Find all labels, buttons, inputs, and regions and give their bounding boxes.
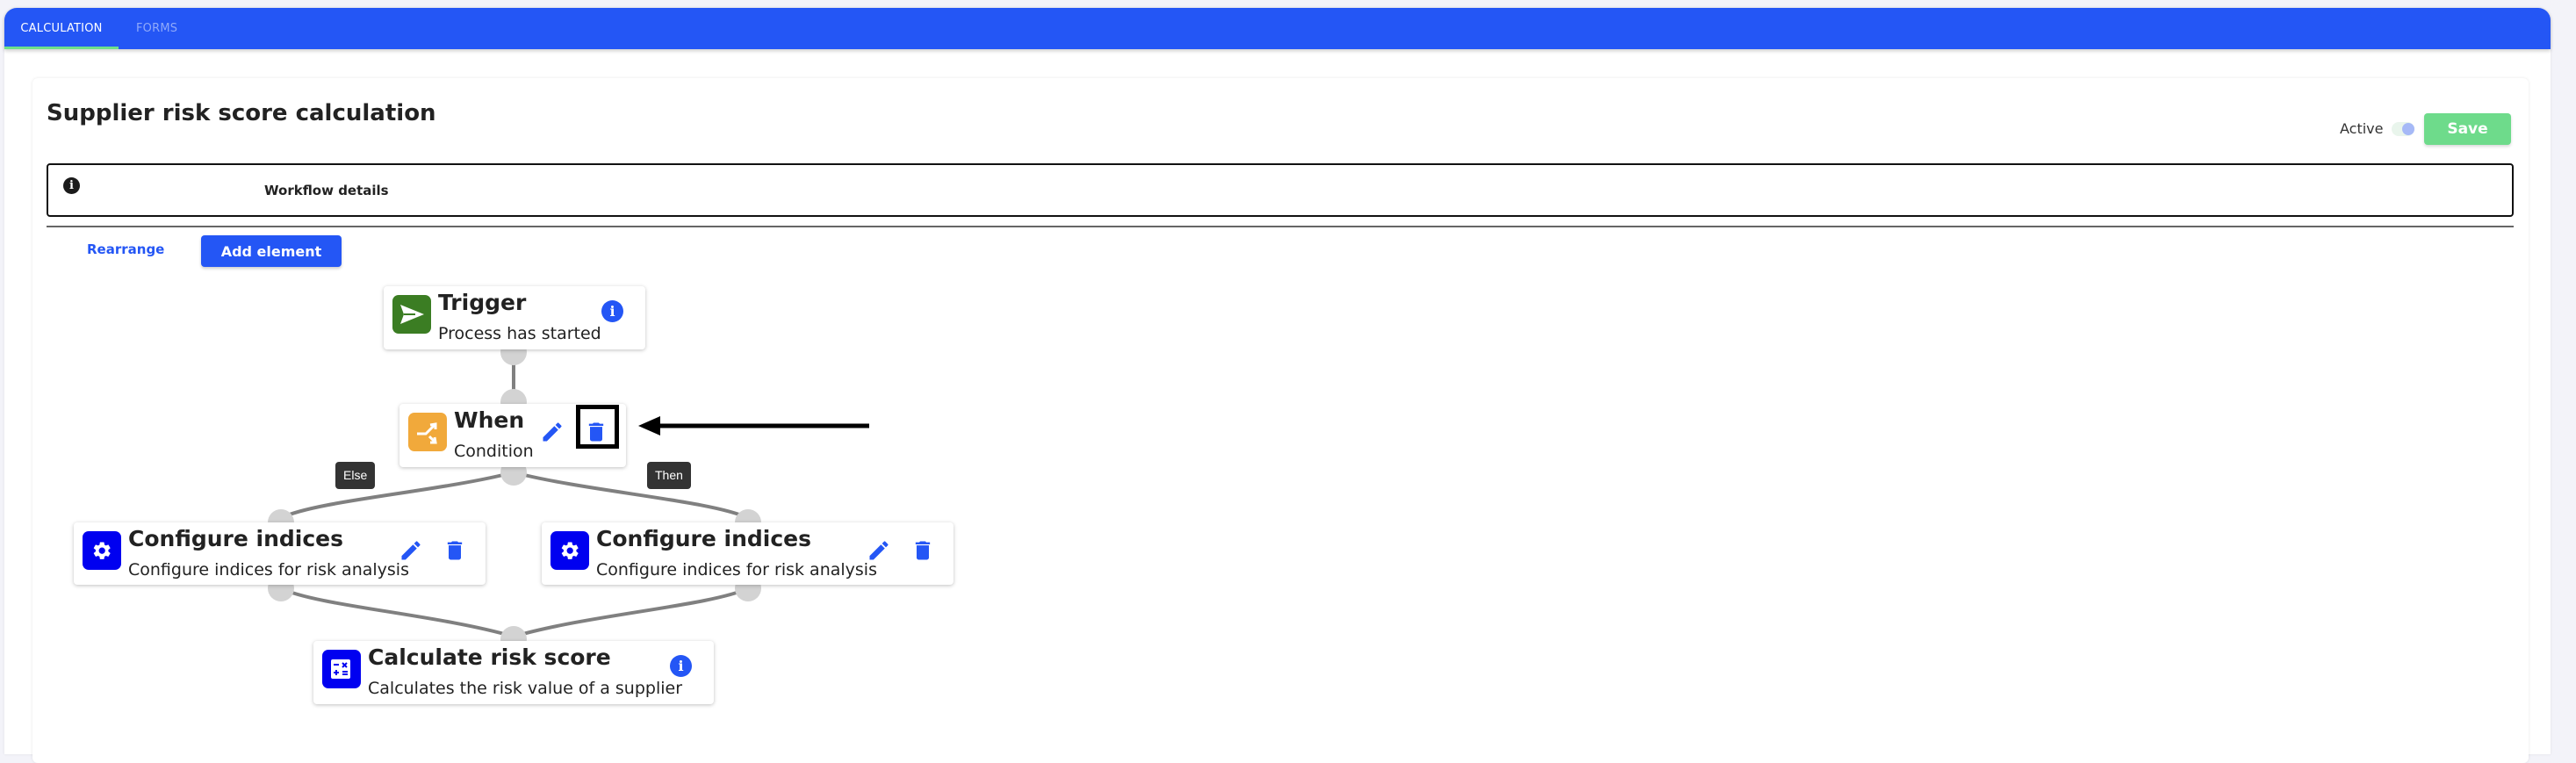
edge-label-else: Else [335,462,376,489]
node-title: Calculate risk score [368,644,611,670]
delete-icon[interactable] [910,538,935,563]
node-configure-then[interactable]: Configure indices Configure indices for … [542,522,953,585]
split-icon [408,413,447,451]
calculator-icon [322,650,361,688]
node-subtitle: Configure indices for risk analysis [128,560,409,579]
flow-canvas: Else Then Trigger Process has started i … [0,0,2576,741]
highlight-box [576,405,619,449]
edge-else-calc [280,587,514,638]
edge-when-else [280,471,514,520]
edit-icon[interactable] [399,538,423,563]
node-title: Trigger [438,290,527,315]
node-subtitle: Process has started [438,324,601,343]
edge-then-calc [513,587,749,638]
annotation-arrow-head [638,416,660,435]
gear-icon [550,531,589,570]
node-configure-else[interactable]: Configure indices Configure indices for … [74,522,486,585]
edges-layer [280,351,869,638]
node-title: When [454,407,525,433]
edge-when-then [513,471,749,520]
send-icon [392,295,431,334]
node-calculate[interactable]: Calculate risk score Calculates the risk… [313,641,714,704]
edit-icon[interactable] [540,420,565,444]
delete-icon[interactable] [443,538,467,563]
node-subtitle: Calculates the risk value of a supplier [368,679,683,698]
node-trigger[interactable]: Trigger Process has started i [384,286,645,349]
node-title: Configure indices [128,526,344,551]
gear-icon [83,531,121,570]
node-subtitle: Condition [454,442,534,461]
edge-label-then: Then [647,462,691,489]
info-icon[interactable]: i [670,655,692,677]
edit-icon[interactable] [867,538,891,563]
info-icon[interactable]: i [601,300,623,322]
node-title: Configure indices [596,526,812,551]
node-subtitle: Configure indices for risk analysis [596,560,877,579]
